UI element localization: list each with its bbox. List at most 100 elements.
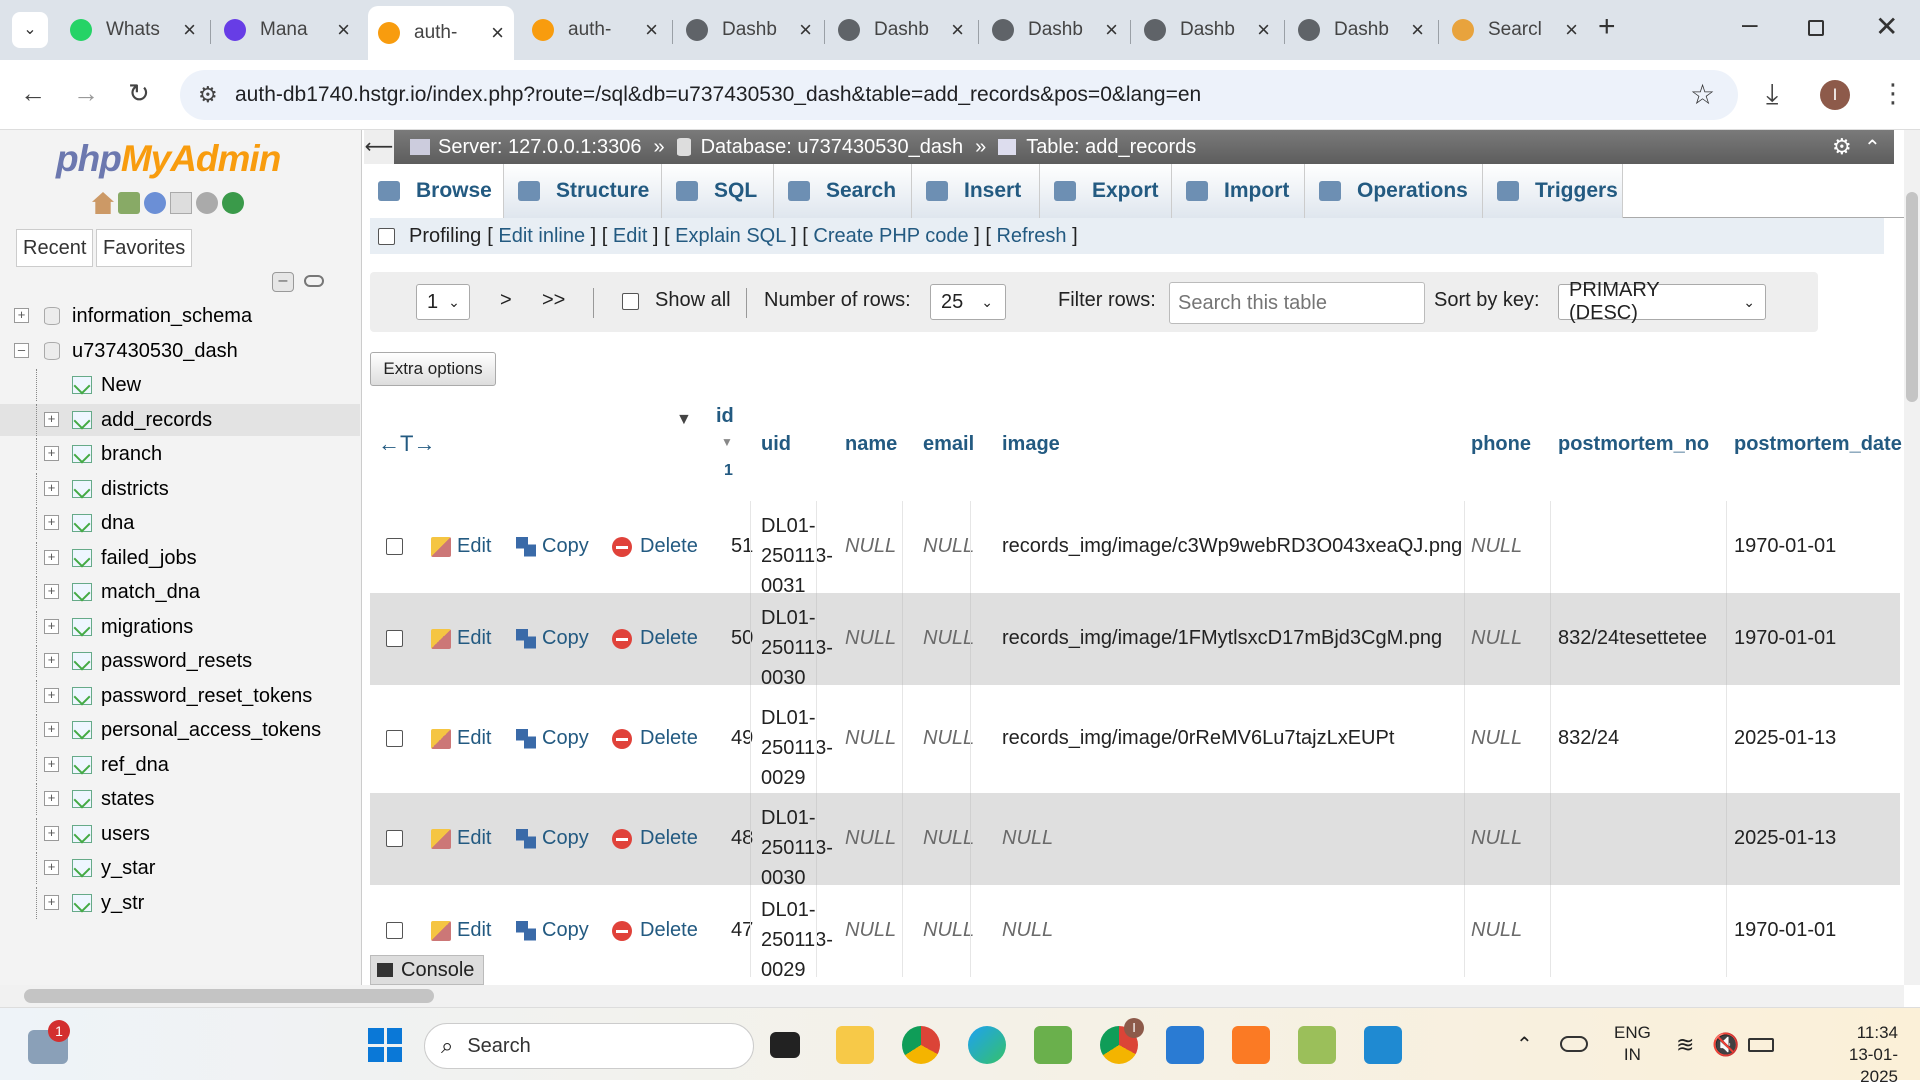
sidebar-table-item[interactable]: + ref_dna <box>0 748 360 781</box>
site-settings-icon[interactable]: ⚙ <box>198 82 218 108</box>
cell-postmortem-date[interactable]: 2025-01-13 <box>1734 827 1836 850</box>
reload-nav-icon[interactable] <box>222 192 244 214</box>
sidebar-table-item[interactable]: + add_records <box>0 403 360 436</box>
edit-button[interactable]: Edit <box>431 919 491 942</box>
query-link-0[interactable]: Edit inline <box>498 225 585 247</box>
logout-icon[interactable] <box>118 192 140 214</box>
cell-uid[interactable]: DL01- 250113- 0031 <box>761 511 833 601</box>
network-share-icon[interactable] <box>1298 1026 1336 1064</box>
copy-button[interactable]: Copy <box>516 535 589 558</box>
phpmyadmin-logo[interactable]: phpMyAdmin <box>56 138 281 180</box>
column-header-name[interactable]: name <box>845 433 897 456</box>
cell-name[interactable]: NULL <box>845 827 896 850</box>
scroll-thumb[interactable] <box>1906 192 1918 402</box>
link-with-main-icon[interactable] <box>304 275 324 287</box>
close-tab-icon[interactable]: × <box>799 17 812 43</box>
settings-gear-icon[interactable] <box>196 192 218 214</box>
battery-icon[interactable] <box>1748 1038 1774 1052</box>
lang-indicator[interactable]: ENG IN <box>1614 1022 1651 1066</box>
tab-operations[interactable]: Operations <box>1305 164 1483 218</box>
sidebar-table-item[interactable]: + failed_jobs <box>0 541 360 574</box>
taskbar-search-box[interactable]: ⌕ Search <box>424 1023 754 1069</box>
close-tab-icon[interactable]: × <box>337 17 350 43</box>
recent-button[interactable]: Recent <box>16 229 94 267</box>
columns-dropdown-icon[interactable]: ▼ <box>676 411 692 429</box>
vscode-icon[interactable] <box>1364 1026 1402 1064</box>
row-checkbox[interactable] <box>386 922 403 939</box>
tab-import[interactable]: Import <box>1172 164 1305 218</box>
expand-icon[interactable]: + <box>14 308 29 323</box>
download-icon[interactable]: ⤓ <box>1766 78 1778 111</box>
close-tab-icon[interactable]: × <box>1565 17 1578 43</box>
help-icon[interactable] <box>144 192 166 214</box>
column-resize-arrows-icon[interactable]: ←T→ <box>378 431 435 457</box>
cell-postmortem-no[interactable]: 832/24tesettetee <box>1558 627 1707 650</box>
tab-structure[interactable]: Structure <box>504 164 662 218</box>
edit-button[interactable]: Edit <box>431 535 491 558</box>
row-checkbox[interactable] <box>386 730 403 747</box>
wifi-icon[interactable]: ≋ <box>1676 1032 1694 1058</box>
horizontal-scrollbar[interactable] <box>0 985 1904 1007</box>
collapse-icon[interactable]: – <box>14 342 29 358</box>
console-button[interactable]: Console <box>370 955 484 985</box>
start-windows-icon[interactable] <box>368 1028 402 1062</box>
show-all-checkbox[interactable] <box>622 293 639 310</box>
sidebar-db-item[interactable]: + information_schema <box>0 300 360 332</box>
extra-options-button[interactable]: Extra options <box>370 352 496 386</box>
chrome-icon[interactable] <box>902 1026 940 1064</box>
sidebar-table-item[interactable]: + branch <box>0 438 360 470</box>
table-row[interactable]: Edit Copy Delete 50 DL01- 250113- 0030 NULL NULL… <box>370 593 1900 689</box>
sidebar-table-item[interactable]: + password_reset_tokens <box>0 679 360 712</box>
query-link-3[interactable]: Create PHP code <box>813 225 968 247</box>
delete-button[interactable]: Delete <box>612 627 698 650</box>
collapse-nav-icon[interactable]: ⟵ <box>364 130 394 164</box>
cell-email[interactable]: NULL <box>923 919 974 942</box>
expand-icon[interactable]: + <box>44 515 59 530</box>
sidebar-table-item[interactable]: + match_dna <box>0 576 360 608</box>
browser-tab[interactable]: Mana × <box>214 8 360 52</box>
row-checkbox[interactable] <box>386 630 403 647</box>
sidebar-table-item[interactable]: + y_str <box>0 886 360 919</box>
sidebar-table-item[interactable]: + states <box>0 783 360 815</box>
url-text[interactable]: auth-db1740.hstgr.io/index.php?route=/sq… <box>235 83 1201 107</box>
table-row[interactable]: Edit Copy Delete 51 DL01- 250113- 0031 NULL NULL… <box>370 501 1900 597</box>
close-tab-icon[interactable]: × <box>1105 17 1118 43</box>
tab-insert[interactable]: Insert <box>912 164 1040 218</box>
cell-postmortem-no[interactable]: 832/24 <box>1558 727 1619 750</box>
collapse-all-icon[interactable]: – <box>272 272 294 292</box>
delete-button[interactable]: Delete <box>612 727 698 750</box>
column-header-uid[interactable]: uid <box>761 433 791 456</box>
copy-button[interactable]: Copy <box>516 727 589 750</box>
browser-menu-icon[interactable]: ⋮ <box>1880 78 1906 109</box>
cell-postmortem-date[interactable]: 2025-01-13 <box>1734 727 1836 750</box>
last-page-button[interactable]: >> <box>542 289 565 312</box>
cell-name[interactable]: NULL <box>845 727 896 750</box>
cell-postmortem-date[interactable]: 1970-01-01 <box>1734 919 1836 942</box>
sidebar-table-item[interactable]: + y_star <box>0 852 360 884</box>
cell-uid[interactable]: DL01- 250113- 0029 <box>761 895 833 985</box>
edit-button[interactable]: Edit <box>431 627 491 650</box>
query-link-4[interactable]: Refresh <box>996 225 1066 247</box>
onedrive-icon[interactable] <box>1560 1036 1588 1052</box>
new-tab-icon[interactable]: + <box>1598 10 1616 44</box>
tab-sql[interactable]: SQL <box>662 164 774 218</box>
cell-image[interactable]: NULL <box>1002 827 1053 850</box>
column-header-image[interactable]: image <box>1002 433 1060 456</box>
clock[interactable]: 11:34 13-01-2025 <box>1818 1022 1898 1088</box>
query-link-1[interactable]: Edit <box>613 225 647 247</box>
cell-postmortem-date[interactable]: 1970-01-01 <box>1734 535 1836 558</box>
edit-button[interactable]: Edit <box>431 827 491 850</box>
page-select[interactable]: 1 ⌄ <box>416 284 470 320</box>
bookmark-star-icon[interactable]: ☆ <box>1690 78 1715 111</box>
expand-icon[interactable]: + <box>44 756 59 772</box>
xampp-icon[interactable] <box>1232 1026 1270 1064</box>
cell-name[interactable]: NULL <box>845 627 896 650</box>
column-header-postmortem-date[interactable]: postmortem_date <box>1734 433 1902 456</box>
browser-tab[interactable]: auth- × <box>368 6 514 60</box>
breadcrumb-table[interactable]: Table: add_records <box>1026 136 1196 159</box>
tab-export[interactable]: Export <box>1040 164 1172 218</box>
address-bar[interactable]: ⚙ auth-db1740.hstgr.io/index.php?route=/… <box>180 70 1738 120</box>
cell-image[interactable]: records_img/image/1FMytlsxcD17mBjd3CgM.p… <box>1002 627 1442 650</box>
sidebar-table-item[interactable]: + personal_access_tokens <box>0 714 360 746</box>
browser-tab[interactable]: Dashb × <box>982 8 1128 52</box>
